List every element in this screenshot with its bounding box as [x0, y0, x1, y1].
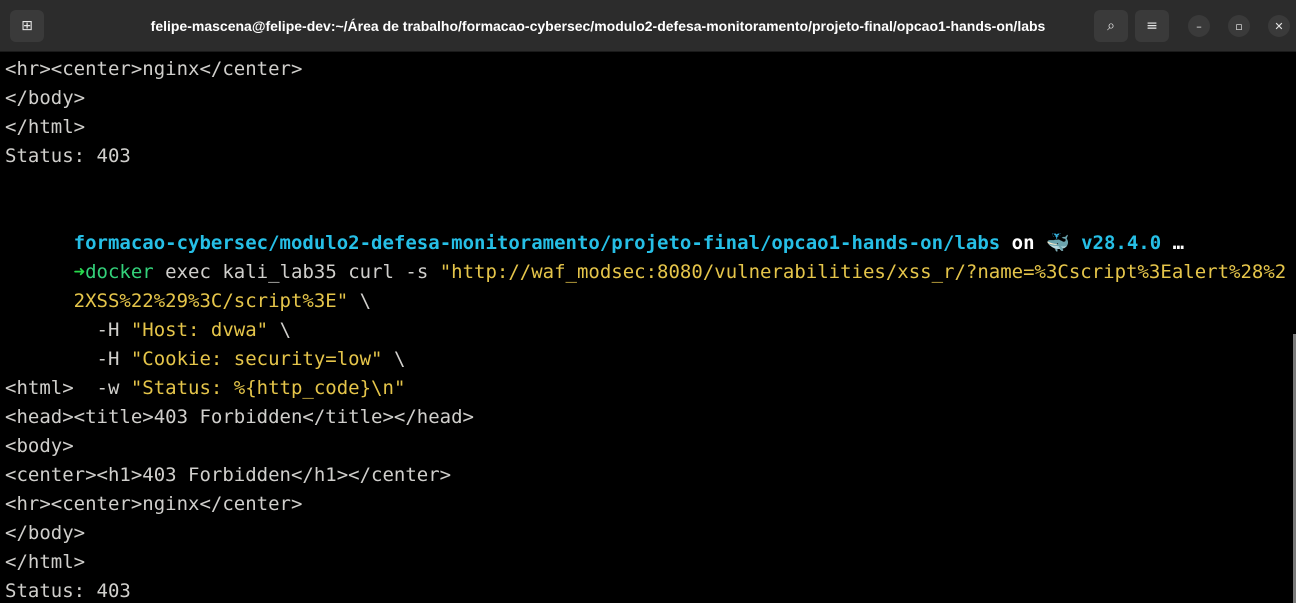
output-line: <body>: [5, 435, 74, 457]
minimize-icon: –: [1196, 19, 1202, 33]
close-button[interactable]: ✕: [1268, 15, 1290, 37]
minimize-button[interactable]: –: [1188, 15, 1210, 37]
prompt-line: formacao-cybersec/modulo2-defesa-monitor…: [5, 200, 1184, 254]
close-icon: ✕: [1274, 19, 1284, 33]
command-option-line: -H "Host: dvwa" \: [5, 287, 292, 341]
command-line-continued: 2XSS%22%29%3C/script%3E" \: [5, 258, 371, 312]
output-line: Status: 403: [5, 145, 131, 167]
output-line: </body>: [5, 522, 86, 544]
output-line: <hr><center>nginx</center>: [5, 493, 303, 515]
new-tab-button[interactable]: ⊞: [10, 10, 44, 42]
command-option-line: -w "Status: %{http_code}\n": [5, 345, 406, 399]
option-flag: -w: [73, 377, 131, 399]
search-button[interactable]: ⌕: [1094, 10, 1128, 42]
output-line: <hr><center>nginx</center>: [5, 58, 303, 80]
output-line: </body>: [5, 87, 86, 109]
line-continuation: \: [348, 290, 372, 312]
title-bar: ⊞ felipe-mascena@felipe-dev:~/Área de tr…: [0, 0, 1296, 52]
menu-button[interactable]: ≡: [1135, 10, 1169, 42]
maximize-icon: ▫: [1235, 19, 1243, 33]
output-line: <html>: [5, 377, 74, 399]
option-value: "Status: %{http_code}\n": [130, 377, 406, 399]
search-icon: ⌕: [1107, 18, 1115, 34]
output-line: <center><h1>403 Forbidden</h1></center>: [5, 464, 452, 486]
command-option-line: -H "Cookie: security=low" \: [5, 316, 406, 370]
command-url: "http://waf_modsec:8080/vulnerabilities/…: [439, 261, 1287, 283]
command-line: ➜docker exec kali_lab35 curl -s "http://…: [5, 229, 1287, 283]
terminal-output[interactable]: <hr><center>nginx</center> </body> </htm…: [0, 52, 1296, 603]
new-tab-icon: ⊞: [21, 18, 33, 34]
output-line: </html>: [5, 551, 86, 573]
output-line: <head><title>403 Forbidden</title></head…: [5, 406, 474, 428]
terminal-window: ⊞ felipe-mascena@felipe-dev:~/Área de tr…: [0, 0, 1296, 603]
output-line: Status: 403: [5, 580, 131, 602]
hamburger-menu-icon: ≡: [1146, 18, 1158, 34]
window-title: felipe-mascena@felipe-dev:~/Área de trab…: [150, 18, 1046, 34]
maximize-button[interactable]: ▫: [1228, 15, 1250, 37]
output-line: </html>: [5, 116, 86, 138]
